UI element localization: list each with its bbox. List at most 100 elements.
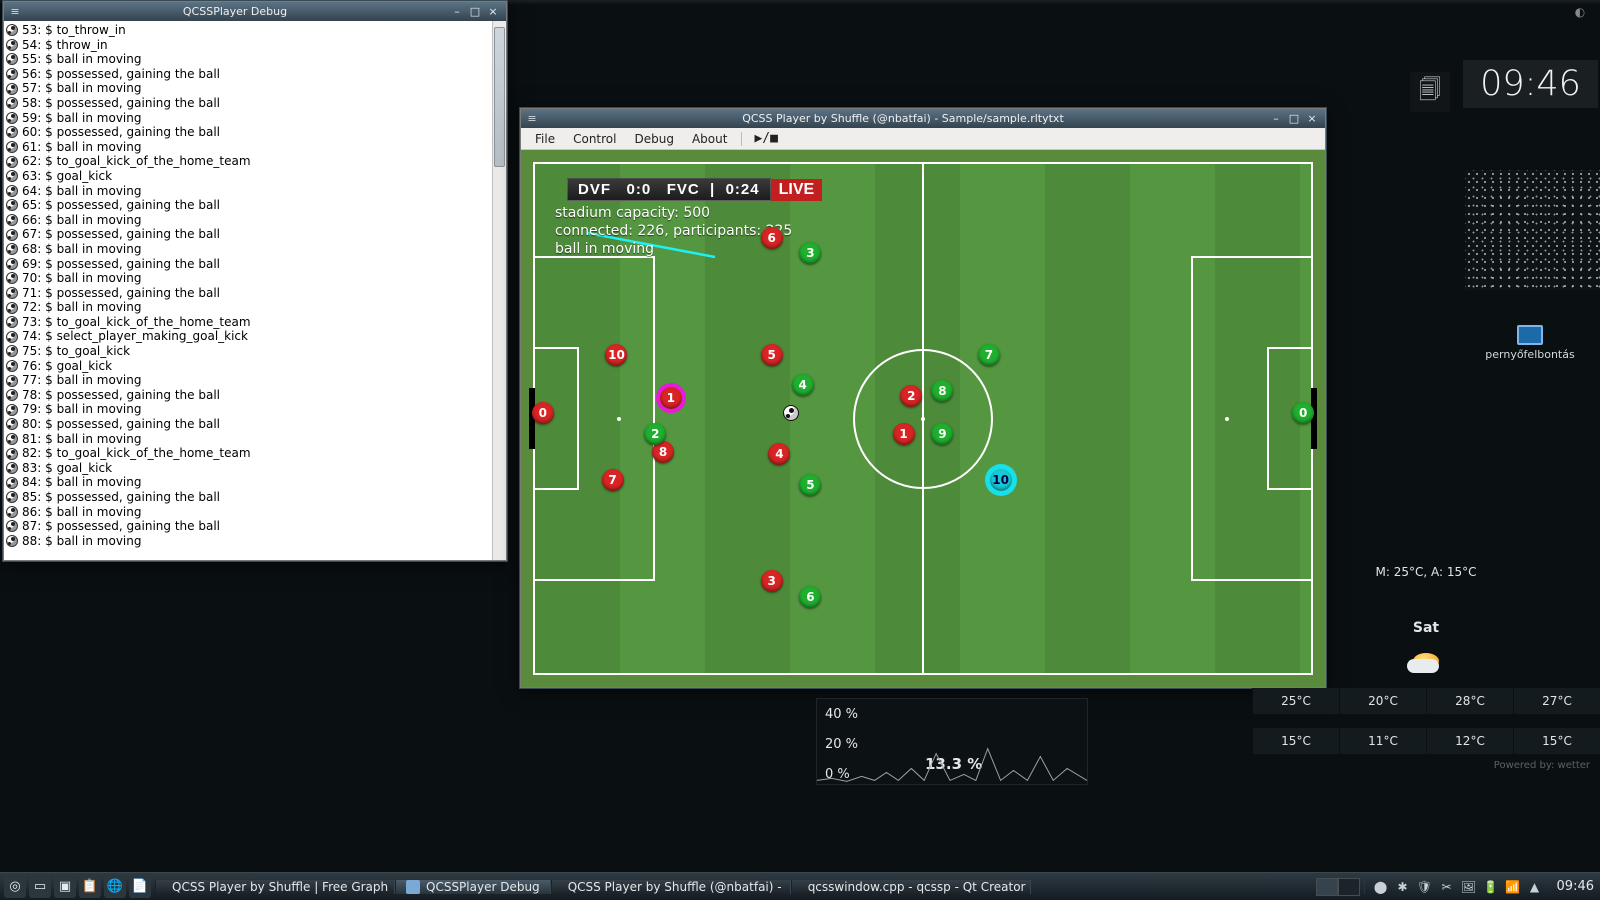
- debug-row[interactable]: 59: $ ball in moving: [6, 111, 490, 126]
- window-menu-icon[interactable]: ≡: [525, 112, 539, 125]
- debug-row[interactable]: 73: $ to_goal_kick_of_the_home_team: [6, 315, 490, 330]
- red-player-2[interactable]: 2: [900, 385, 922, 407]
- tray-icon[interactable]: ✱: [1395, 880, 1411, 894]
- green-player-5[interactable]: 5: [799, 474, 821, 496]
- debug-row[interactable]: 78: $ possessed, gaining the ball: [6, 388, 490, 403]
- green-player-4[interactable]: 4: [792, 374, 814, 396]
- taskbar-task[interactable]: QCSS Player by Shuffle (@nbatfai) -: [551, 880, 791, 894]
- menu-file[interactable]: File: [527, 130, 563, 148]
- play-pause-button[interactable]: ▶/■: [748, 131, 783, 146]
- debug-row[interactable]: 69: $ possessed, gaining the ball: [6, 257, 490, 272]
- maximize-button[interactable]: □: [466, 4, 484, 19]
- red-player-1[interactable]: 1: [893, 423, 915, 445]
- debug-titlebar[interactable]: ≡ QCSSPlayer Debug – □ ×: [4, 2, 506, 21]
- taskbar-task[interactable]: QCSSPlayer Debug: [395, 880, 551, 894]
- clipboard-widget[interactable]: 🗐: [1410, 72, 1450, 112]
- green-player-3[interactable]: 3: [799, 242, 821, 264]
- launcher-icon[interactable]: ◎: [4, 876, 26, 898]
- debug-row[interactable]: 68: $ ball in moving: [6, 242, 490, 257]
- green-player-2[interactable]: 2: [644, 423, 666, 445]
- red-player-7[interactable]: 7: [602, 469, 624, 491]
- debug-scrollbar[interactable]: [492, 21, 506, 560]
- red-player-1[interactable]: 1: [660, 387, 682, 409]
- launcher-icon[interactable]: ▣: [54, 876, 76, 898]
- maximize-button[interactable]: □: [1285, 111, 1303, 126]
- green-player-8[interactable]: 8: [931, 380, 953, 402]
- debug-row[interactable]: 85: $ possessed, gaining the ball: [6, 490, 490, 505]
- debug-row[interactable]: 55: $ ball in moving: [6, 52, 490, 67]
- taskbar-task[interactable]: QCSS Player by Shuffle | Free Graph: [155, 880, 395, 894]
- taskbar-pager[interactable]: [1316, 878, 1360, 896]
- debug-row[interactable]: 81: $ ball in moving: [6, 432, 490, 447]
- launcher-icon[interactable]: 📋: [79, 876, 101, 898]
- debug-row[interactable]: 53: $ to_throw_in: [6, 23, 490, 38]
- minimize-button[interactable]: –: [448, 4, 466, 19]
- pager-cell[interactable]: [1316, 878, 1338, 896]
- desktop-shortcut[interactable]: pernyőfelbontás: [1480, 325, 1580, 361]
- debug-list[interactable]: 53: $ to_throw_in 54: $ throw_in 55: $ b…: [4, 21, 492, 560]
- menu-debug[interactable]: Debug: [626, 130, 681, 148]
- debug-row[interactable]: 80: $ possessed, gaining the ball: [6, 417, 490, 432]
- red-player-5[interactable]: 5: [761, 344, 783, 366]
- tray-icon[interactable]: 📶: [1505, 880, 1521, 894]
- debug-row[interactable]: 63: $ goal_kick: [6, 169, 490, 184]
- match-ball[interactable]: [783, 405, 799, 421]
- green-player-10[interactable]: 10: [990, 469, 1012, 491]
- debug-row[interactable]: 82: $ to_goal_kick_of_the_home_team: [6, 446, 490, 461]
- debug-row[interactable]: 60: $ possessed, gaining the ball: [6, 125, 490, 140]
- launcher-icon[interactable]: 🌐: [104, 876, 126, 898]
- taskbar-task[interactable]: qcsswindow.cpp - qcssp - Qt Creator: [791, 880, 1031, 894]
- debug-row[interactable]: 71: $ possessed, gaining the ball: [6, 286, 490, 301]
- debug-row[interactable]: 54: $ throw_in: [6, 38, 490, 53]
- debug-row[interactable]: 88: $ ball in moving: [6, 534, 490, 549]
- debug-row[interactable]: 57: $ ball in moving: [6, 81, 490, 96]
- tray-icon[interactable]: 🖼: [1461, 880, 1477, 894]
- debug-row[interactable]: 65: $ possessed, gaining the ball: [6, 198, 490, 213]
- debug-row[interactable]: 61: $ ball in moving: [6, 140, 490, 155]
- tray-icon[interactable]: ✂: [1439, 880, 1455, 894]
- debug-row[interactable]: 67: $ possessed, gaining the ball: [6, 227, 490, 242]
- debug-row[interactable]: 72: $ ball in moving: [6, 300, 490, 315]
- green-player-9[interactable]: 9: [931, 423, 953, 445]
- debug-row[interactable]: 77: $ ball in moving: [6, 373, 490, 388]
- pager-cell[interactable]: [1338, 878, 1360, 896]
- minimize-button[interactable]: –: [1267, 111, 1285, 126]
- tray-icon[interactable]: ⬤: [1373, 880, 1389, 894]
- red-player-6[interactable]: 6: [761, 227, 783, 249]
- green-player-0[interactable]: 0: [1292, 402, 1314, 424]
- green-player-7[interactable]: 7: [978, 344, 1000, 366]
- dock-minimap[interactable]: [1465, 170, 1600, 290]
- debug-row[interactable]: 84: $ ball in moving: [6, 475, 490, 490]
- tray-icon[interactable]: 🔋: [1483, 880, 1499, 894]
- moon-icon[interactable]: ◐: [1568, 2, 1592, 22]
- debug-row[interactable]: 83: $ goal_kick: [6, 461, 490, 476]
- debug-row[interactable]: 86: $ ball in moving: [6, 505, 490, 520]
- tray-icon[interactable]: ▲: [1527, 880, 1543, 894]
- debug-row[interactable]: 64: $ ball in moving: [6, 184, 490, 199]
- pitch[interactable]: DVF 0:0 FVC | 0:24 LIVE stadium capacity…: [533, 162, 1313, 675]
- debug-row[interactable]: 75: $ to_goal_kick: [6, 344, 490, 359]
- menu-about[interactable]: About: [684, 130, 735, 148]
- debug-row[interactable]: 56: $ possessed, gaining the ball: [6, 67, 490, 82]
- debug-row[interactable]: 70: $ ball in moving: [6, 271, 490, 286]
- debug-row[interactable]: 66: $ ball in moving: [6, 213, 490, 228]
- red-player-3[interactable]: 3: [761, 570, 783, 592]
- debug-row[interactable]: 87: $ possessed, gaining the ball: [6, 519, 490, 534]
- tray-icon[interactable]: 🛡: [1417, 880, 1433, 894]
- close-button[interactable]: ×: [484, 4, 502, 19]
- red-player-4[interactable]: 4: [768, 443, 790, 465]
- debug-row[interactable]: 79: $ ball in moving: [6, 402, 490, 417]
- scrollbar-thumb[interactable]: [494, 27, 505, 167]
- menu-control[interactable]: Control: [565, 130, 624, 148]
- green-player-6[interactable]: 6: [799, 586, 821, 608]
- debug-row[interactable]: 74: $ select_player_making_goal_kick: [6, 329, 490, 344]
- close-button[interactable]: ×: [1303, 111, 1321, 126]
- launcher-icon[interactable]: ▭: [29, 876, 51, 898]
- window-menu-icon[interactable]: ≡: [8, 5, 22, 18]
- debug-row[interactable]: 62: $ to_goal_kick_of_the_home_team: [6, 154, 490, 169]
- player-titlebar[interactable]: ≡ QCSS Player by Shuffle (@nbatfai) - Sa…: [521, 109, 1325, 128]
- debug-row[interactable]: 58: $ possessed, gaining the ball: [6, 96, 490, 111]
- debug-row[interactable]: 76: $ goal_kick: [6, 359, 490, 374]
- red-player-10[interactable]: 10: [605, 344, 627, 366]
- red-player-0[interactable]: 0: [532, 402, 554, 424]
